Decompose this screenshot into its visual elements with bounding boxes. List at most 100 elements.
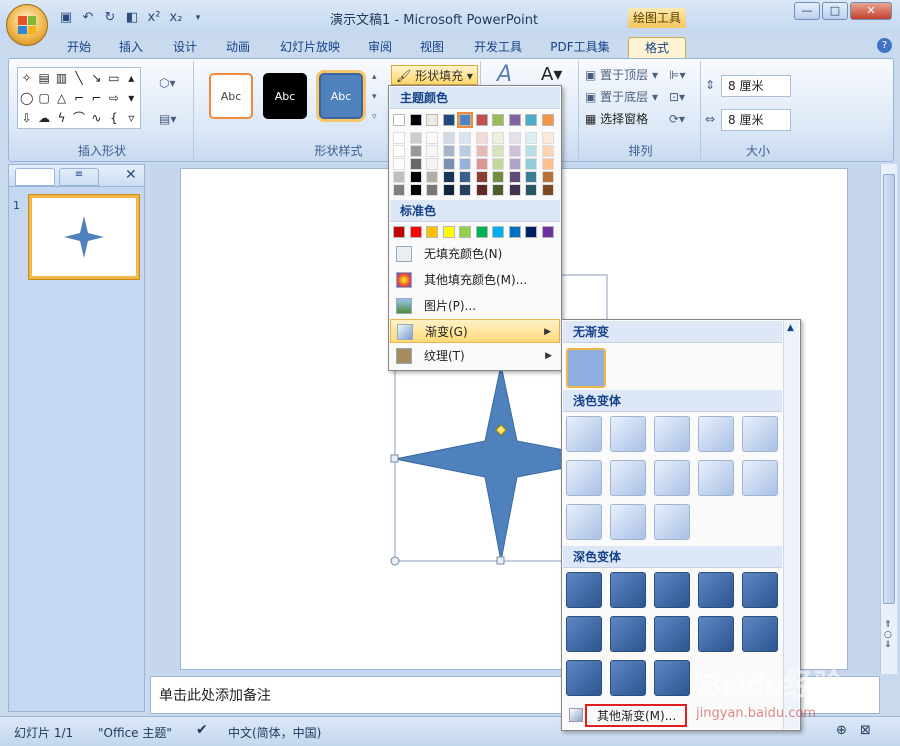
textbox-icon[interactable]: ▤ (35, 68, 52, 88)
shade-swatch[interactable] (459, 171, 471, 183)
shade-swatch[interactable] (409, 132, 422, 144)
color-swatch[interactable] (475, 226, 488, 238)
shade-swatch[interactable] (393, 184, 405, 196)
color-swatch[interactable] (525, 226, 537, 238)
scroll-thumb[interactable] (883, 174, 895, 604)
shade-swatch[interactable] (475, 145, 488, 157)
help-icon[interactable]: ? (877, 38, 892, 53)
maximize-button[interactable]: □ (822, 2, 848, 20)
shade-swatch[interactable] (409, 171, 422, 183)
close-panel-icon[interactable]: ✕ (125, 167, 137, 183)
light-gradient-tile[interactable] (566, 460, 602, 496)
dark-gradient-tile[interactable] (654, 616, 690, 652)
shade-swatch[interactable] (525, 145, 537, 157)
shade-swatch[interactable] (475, 158, 488, 170)
shade-swatch[interactable] (459, 158, 471, 170)
shade-swatch[interactable] (426, 145, 438, 157)
shade-swatch[interactable] (492, 132, 504, 144)
tab-animation[interactable]: 动画 (217, 37, 259, 58)
tab-format[interactable]: 格式 (628, 37, 686, 58)
outline-tab-icon[interactable]: ≡ (59, 168, 99, 186)
shade-swatch[interactable] (393, 145, 405, 157)
shade-swatch[interactable] (541, 171, 554, 183)
shape-fill-button[interactable]: 🖌 形状填充 ▾ (391, 65, 478, 85)
styles-scroll-icon[interactable]: ▴ ▾ ▿ (372, 67, 377, 122)
close-button[interactable]: ✕ (850, 2, 892, 20)
dark-gradient-tile[interactable] (742, 616, 778, 652)
color-swatch[interactable] (442, 226, 455, 238)
brace-icon[interactable]: { (105, 108, 122, 128)
color-swatch[interactable] (475, 114, 488, 126)
color-swatch[interactable] (459, 226, 471, 238)
shade-swatch[interactable] (541, 158, 554, 170)
redo-icon[interactable]: ↻ (102, 11, 118, 25)
height-spinner[interactable]: 8 厘米 (721, 75, 791, 97)
dark-gradient-tile[interactable] (654, 660, 690, 696)
office-button[interactable] (6, 4, 48, 46)
cloud-icon[interactable]: ☁ (35, 108, 52, 128)
shade-swatch[interactable] (442, 145, 455, 157)
print-preview-icon[interactable]: ◧ (124, 11, 140, 25)
tab-review[interactable]: 审阅 (360, 37, 400, 58)
shade-swatch[interactable] (492, 184, 504, 196)
lightning-icon[interactable]: ϟ (53, 108, 70, 128)
undo-icon[interactable]: ↶ (80, 11, 96, 25)
shade-swatch[interactable] (426, 184, 438, 196)
prev-next-slide-icon[interactable]: ⇑ ○ ⇓ (884, 620, 892, 650)
selection-pane-button[interactable]: ▦ 选择窗格 (585, 109, 648, 129)
style-preset-1[interactable]: Abc (209, 73, 253, 119)
tab-view[interactable]: 视图 (412, 37, 452, 58)
vtextbox-icon[interactable]: ▥ (53, 68, 70, 88)
shade-swatch[interactable] (442, 184, 455, 196)
gallery-more-icon[interactable]: ▿ (123, 108, 140, 128)
style-preset-2[interactable]: Abc (263, 73, 307, 119)
color-swatch[interactable] (457, 112, 473, 128)
color-swatch[interactable] (508, 226, 521, 238)
dark-gradient-tile[interactable] (742, 572, 778, 608)
width-spinner[interactable]: 8 厘米 (721, 109, 791, 131)
text-fill-icon[interactable]: A▾ (541, 65, 562, 85)
color-swatch[interactable] (525, 114, 537, 126)
color-swatch[interactable] (409, 226, 422, 238)
shade-swatch[interactable] (426, 171, 438, 183)
tab-insert[interactable]: 插入 (110, 37, 152, 58)
shade-swatch[interactable] (541, 184, 554, 196)
shade-swatch[interactable] (393, 171, 405, 183)
shade-swatch[interactable] (393, 132, 405, 144)
shade-swatch[interactable] (409, 145, 422, 157)
dark-gradient-tile[interactable] (610, 616, 646, 652)
fit-window-icon[interactable]: ⊠ (860, 723, 871, 738)
light-gradient-tile[interactable] (698, 416, 734, 452)
shade-swatch[interactable] (525, 171, 537, 183)
shade-swatch[interactable] (426, 132, 438, 144)
color-swatch[interactable] (492, 226, 504, 238)
dark-gradient-tile[interactable] (610, 660, 646, 696)
picture-item[interactable]: 图片(P)... (390, 294, 560, 318)
light-gradient-tile[interactable] (654, 416, 690, 452)
arc-icon[interactable]: ⌒ (70, 108, 87, 128)
light-gradient-tile[interactable] (654, 504, 690, 540)
shade-swatch[interactable] (442, 171, 455, 183)
color-swatch[interactable] (409, 114, 422, 126)
shade-swatch[interactable] (508, 184, 521, 196)
shade-swatch[interactable] (459, 132, 471, 144)
color-swatch[interactable] (541, 114, 554, 126)
customize-qat-icon[interactable]: ▾ (190, 11, 206, 25)
dark-gradient-tile[interactable] (610, 572, 646, 608)
shade-swatch[interactable] (525, 158, 537, 170)
gallery-scroll-down-icon[interactable]: ▾ (123, 88, 140, 108)
no-gradient-tile[interactable] (566, 348, 606, 388)
shade-swatch[interactable] (508, 132, 521, 144)
slide-thumbnail[interactable] (29, 195, 139, 279)
dark-gradient-tile[interactable] (698, 616, 734, 652)
rounded-rect-icon[interactable]: ▢ (35, 88, 52, 108)
tab-slideshow[interactable]: 幻灯片放映 (272, 37, 348, 58)
shade-swatch[interactable] (475, 171, 488, 183)
edit-shape-icon[interactable]: ⬡▾ (159, 73, 176, 93)
spellcheck-icon[interactable]: ✔ (196, 722, 208, 738)
color-swatch[interactable] (492, 114, 504, 126)
shade-swatch[interactable] (492, 171, 504, 183)
shade-swatch[interactable] (393, 158, 405, 170)
shade-swatch[interactable] (508, 158, 521, 170)
shade-swatch[interactable] (525, 132, 537, 144)
